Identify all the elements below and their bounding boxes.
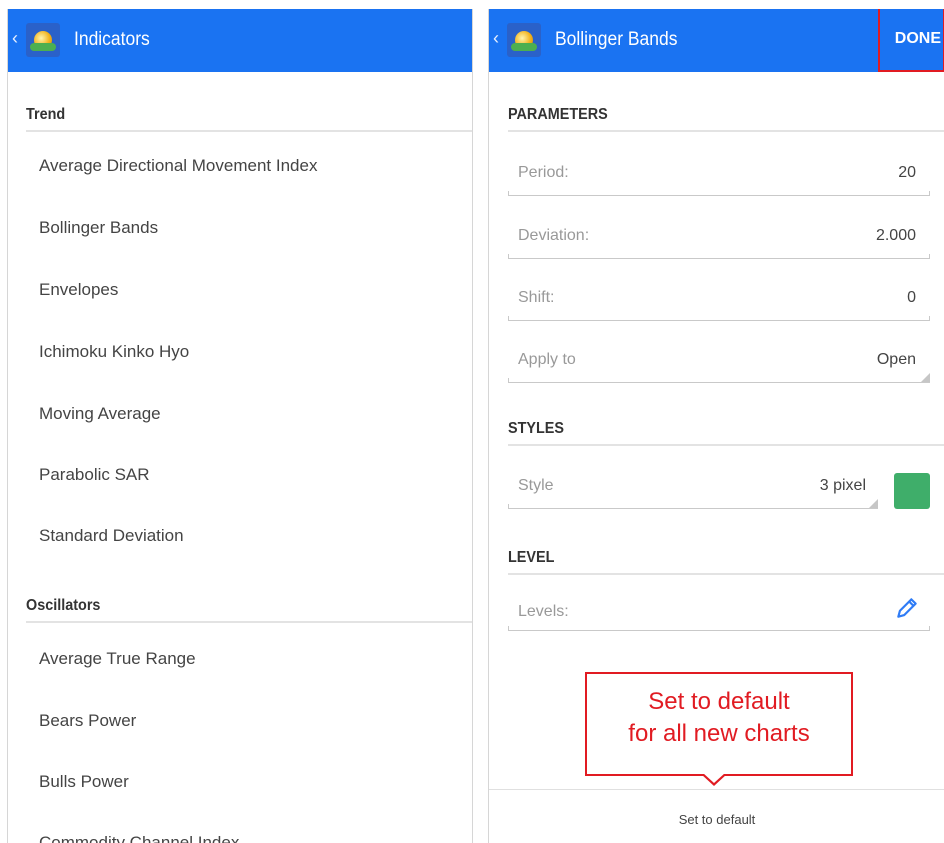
deviation-label: Deviation: bbox=[518, 227, 590, 244]
done-button[interactable]: DONE bbox=[895, 27, 941, 51]
section-heading-level: LEVEL bbox=[508, 549, 555, 566]
shift-field[interactable]: Shift: 0 bbox=[508, 281, 930, 321]
chevron-left-icon[interactable]: ‹ bbox=[12, 27, 18, 49]
indicator-item[interactable]: Ichimoku Kinko Hyo bbox=[39, 341, 189, 363]
apply-to-value[interactable]: Open bbox=[877, 351, 916, 369]
set-default-callout: Set to default for all new charts bbox=[585, 672, 853, 776]
dropdown-corner-icon bbox=[921, 373, 930, 382]
settings-app-bar: ‹ Bollinger Bands DONE bbox=[489, 9, 944, 72]
section-divider bbox=[508, 573, 944, 575]
period-label: Period: bbox=[518, 164, 569, 181]
section-heading-trend: Trend bbox=[26, 106, 66, 123]
indicator-item[interactable]: Commodity Channel Index bbox=[39, 832, 239, 843]
page-title: Bollinger Bands bbox=[555, 29, 678, 50]
page-title: Indicators bbox=[74, 29, 150, 50]
section-divider bbox=[508, 130, 944, 132]
style-dropdown[interactable]: Style 3 pixel bbox=[508, 469, 930, 509]
indicator-item[interactable]: Bollinger Bands bbox=[39, 217, 158, 239]
callout-line-1: Set to default bbox=[648, 688, 790, 715]
section-divider bbox=[26, 130, 472, 132]
indicator-item[interactable]: Average True Range bbox=[39, 648, 196, 670]
apply-to-dropdown[interactable]: Apply to Open bbox=[508, 343, 930, 383]
shift-value[interactable]: 0 bbox=[907, 289, 916, 307]
dropdown-corner-icon bbox=[869, 499, 878, 508]
color-swatch[interactable] bbox=[894, 473, 930, 509]
bollinger-settings-panel: ‹ Bollinger Bands DONE PARAMETERS Period… bbox=[488, 9, 944, 843]
indicators-app-bar: ‹ Indicators bbox=[8, 9, 472, 72]
style-value[interactable]: 3 pixel bbox=[820, 477, 866, 495]
levels-label: Levels: bbox=[518, 603, 569, 620]
section-divider bbox=[508, 444, 944, 446]
metatrader-logo-icon[interactable] bbox=[507, 23, 541, 57]
deviation-value[interactable]: 2.000 bbox=[876, 227, 916, 245]
callout-pointer-fill bbox=[703, 773, 725, 783]
chevron-left-icon[interactable]: ‹ bbox=[493, 27, 499, 49]
section-heading-oscillators: Oscillators bbox=[26, 597, 101, 614]
period-field[interactable]: Period: 20 bbox=[508, 156, 930, 196]
style-label: Style bbox=[518, 477, 554, 494]
indicator-item[interactable]: Parabolic SAR bbox=[39, 464, 150, 486]
indicator-item[interactable]: Average Directional Movement Index bbox=[39, 155, 317, 177]
section-divider bbox=[26, 621, 472, 623]
pencil-icon[interactable] bbox=[894, 595, 920, 621]
apply-to-label: Apply to bbox=[518, 351, 576, 368]
shift-label: Shift: bbox=[518, 289, 555, 306]
metatrader-logo-icon[interactable] bbox=[26, 23, 60, 57]
indicator-item[interactable]: Envelopes bbox=[39, 279, 118, 301]
indicators-panel: ‹ Indicators Trend Average Directional M… bbox=[7, 9, 473, 843]
indicator-item[interactable]: Bulls Power bbox=[39, 771, 129, 793]
section-heading-parameters: PARAMETERS bbox=[508, 106, 608, 123]
callout-line-2: for all new charts bbox=[628, 720, 810, 747]
indicator-item[interactable]: Bears Power bbox=[39, 710, 136, 732]
footer-divider bbox=[489, 789, 944, 790]
deviation-field[interactable]: Deviation: 2.000 bbox=[508, 219, 930, 259]
levels-field[interactable]: Levels: bbox=[508, 591, 930, 631]
set-default-button[interactable]: Set to default bbox=[489, 812, 944, 827]
period-value[interactable]: 20 bbox=[898, 164, 916, 182]
indicator-item[interactable]: Standard Deviation bbox=[39, 525, 184, 547]
section-heading-styles: STYLES bbox=[508, 420, 565, 437]
indicator-item[interactable]: Moving Average bbox=[39, 403, 161, 425]
